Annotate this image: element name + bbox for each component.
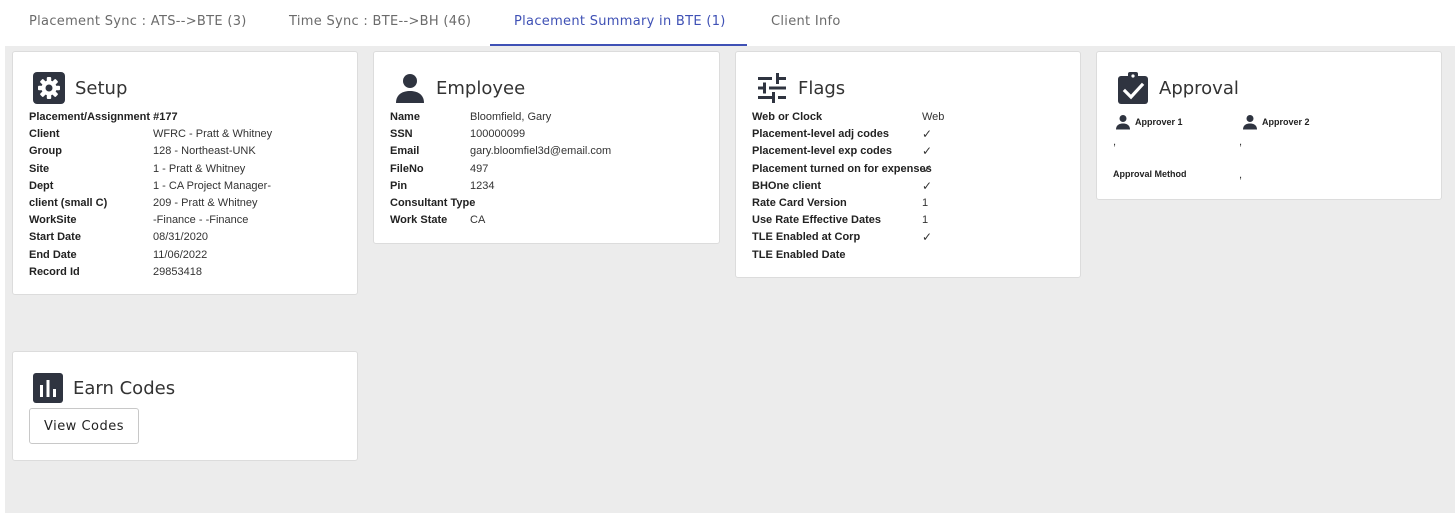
person-icon bbox=[394, 72, 426, 104]
view-codes-button[interactable]: View Codes bbox=[29, 408, 139, 444]
approver-1-label: Approver 1 bbox=[1135, 117, 1183, 127]
setup-row-label: WorkSite bbox=[29, 214, 77, 227]
flags-row-label: Use Rate Effective Dates bbox=[752, 214, 882, 227]
setup-row-value: 209 - Pratt & Whitney bbox=[153, 196, 258, 209]
person-icon bbox=[1116, 115, 1130, 130]
setup-row-value: 29853418 bbox=[153, 265, 202, 278]
employee-row-label: Pin bbox=[390, 179, 408, 192]
earn-codes-header: Earn Codes bbox=[33, 372, 175, 404]
setup-header: Setup bbox=[33, 72, 127, 104]
setup-row-value: 11/06/2022 bbox=[153, 248, 208, 261]
approval-card: Approval Approver 1 Approver 2 , , Appro… bbox=[1096, 51, 1442, 200]
approver-2: Approver 2 bbox=[1242, 114, 1310, 130]
employee-row-value: CA bbox=[470, 214, 486, 227]
setup-row-label: Record Id bbox=[29, 265, 80, 278]
tab-time-sync[interactable]: Time Sync : BTE-->BH (46) bbox=[289, 0, 471, 46]
setup-row-value: 128 - Northeast-UNK bbox=[153, 145, 256, 158]
setup-row-label: Group bbox=[29, 145, 62, 158]
earn-codes-card: Earn Codes View Codes bbox=[12, 351, 358, 461]
setup-row-label: Placement/Assignment #177 bbox=[29, 111, 178, 123]
employee-header: Employee bbox=[394, 72, 525, 104]
employee-row-label: Name bbox=[390, 111, 420, 123]
flags-row-label: Web or Clock bbox=[752, 111, 823, 123]
setup-row-value: 08/31/2020 bbox=[153, 231, 209, 244]
setup-row-value: -Finance - -Finance bbox=[153, 214, 249, 227]
person-icon bbox=[1243, 115, 1257, 130]
setup-row-value: 1 - CA Project Manager- bbox=[153, 179, 271, 192]
main-content: Setup Placement/Assignment #177 Client WF… bbox=[5, 46, 1455, 513]
approver-1: Approver 1 bbox=[1115, 114, 1183, 130]
setup-row-label: Site bbox=[29, 162, 50, 175]
tab-client-info[interactable]: Client Info bbox=[771, 0, 841, 46]
tab-placement-summary[interactable]: Placement Summary in BTE (1) bbox=[514, 0, 726, 46]
setup-row-label: client (small C) bbox=[29, 196, 108, 209]
flags-card: Flags Web or Clock Web Placement-level ad… bbox=[735, 51, 1081, 278]
employee-title: Employee bbox=[436, 77, 526, 99]
employee-row-value: 1234 bbox=[470, 179, 495, 192]
approval-title: Approval bbox=[1159, 77, 1239, 99]
approver-1-header: Approver 1 bbox=[1115, 114, 1183, 130]
employee-row-value: gary.bloomfiel3d@email.com bbox=[470, 145, 612, 158]
flags-row-value: Web bbox=[922, 111, 945, 123]
setup-row-value: 1 - Pratt & Whitney bbox=[153, 162, 246, 175]
setup-card: Setup Placement/Assignment #177 Client WF… bbox=[12, 51, 358, 295]
flags-row-label: TLE Enabled at Corp bbox=[752, 231, 861, 244]
check-icon: ✓ bbox=[922, 127, 933, 142]
setup-row-label: Client bbox=[29, 128, 60, 141]
flags-title: Flags bbox=[798, 77, 846, 99]
approval-method-value: , bbox=[1239, 169, 1243, 181]
check-icon: ✓ bbox=[922, 230, 933, 245]
check-icon: ✓ bbox=[922, 144, 933, 159]
flags-row-label: Placement turned on for expenses bbox=[752, 162, 932, 175]
approver-1-value: , bbox=[1113, 136, 1117, 148]
employee-row-label: Email bbox=[390, 145, 420, 158]
employee-row-label: Consultant Type bbox=[390, 196, 476, 209]
employee-row-label: FileNo bbox=[390, 162, 424, 175]
tab-bar: Placement Sync : ATS-->BTE (3) Time Sync… bbox=[0, 0, 1455, 46]
earn-codes-title: Earn Codes bbox=[73, 377, 176, 399]
flags-row-label: Rate Card Version bbox=[752, 196, 847, 209]
flags-row-label: BHOne client bbox=[752, 179, 822, 192]
flags-row-label: Placement-level exp codes bbox=[752, 145, 893, 158]
check-icon: ✓ bbox=[922, 161, 933, 176]
setup-row-label: End Date bbox=[29, 248, 77, 261]
flags-row-label: Placement-level adj codes bbox=[752, 128, 889, 141]
approval-method-label: Approval Method bbox=[1113, 169, 1187, 179]
setup-title: Setup bbox=[75, 77, 128, 99]
setup-row-value: WFRC - Pratt & Whitney bbox=[153, 128, 273, 141]
sliders-icon bbox=[756, 72, 788, 104]
check-icon: ✓ bbox=[922, 178, 933, 193]
approver-2-header: Approver 2 bbox=[1242, 114, 1310, 130]
gear-icon bbox=[33, 72, 65, 104]
employee-row-label: SSN bbox=[390, 128, 413, 141]
setup-row-label: Start Date bbox=[29, 231, 81, 244]
employee-row-value: 497 bbox=[470, 162, 489, 175]
approval-header: Approval bbox=[1117, 72, 1239, 104]
flags-header: Flags bbox=[756, 72, 845, 104]
employee-row-label: Work State bbox=[390, 214, 448, 227]
employee-row-value: 100000099 bbox=[470, 128, 526, 141]
clipboard-check-icon bbox=[1117, 72, 1149, 104]
flags-row-value: 1 bbox=[922, 214, 929, 227]
flags-row-label: TLE Enabled Date bbox=[752, 248, 846, 261]
approver-2-label: Approver 2 bbox=[1262, 117, 1310, 127]
tab-placement-sync[interactable]: Placement Sync : ATS-->BTE (3) bbox=[29, 0, 247, 46]
approver-2-value: , bbox=[1239, 136, 1243, 148]
bar-chart-icon bbox=[33, 373, 63, 403]
flags-row-value: 1 bbox=[922, 196, 929, 209]
setup-row-label: Dept bbox=[29, 179, 54, 192]
employee-card: Employee Name Bloomfield, Gary SSN 1000000… bbox=[373, 51, 720, 244]
employee-row-value: Bloomfield, Gary bbox=[470, 111, 552, 123]
